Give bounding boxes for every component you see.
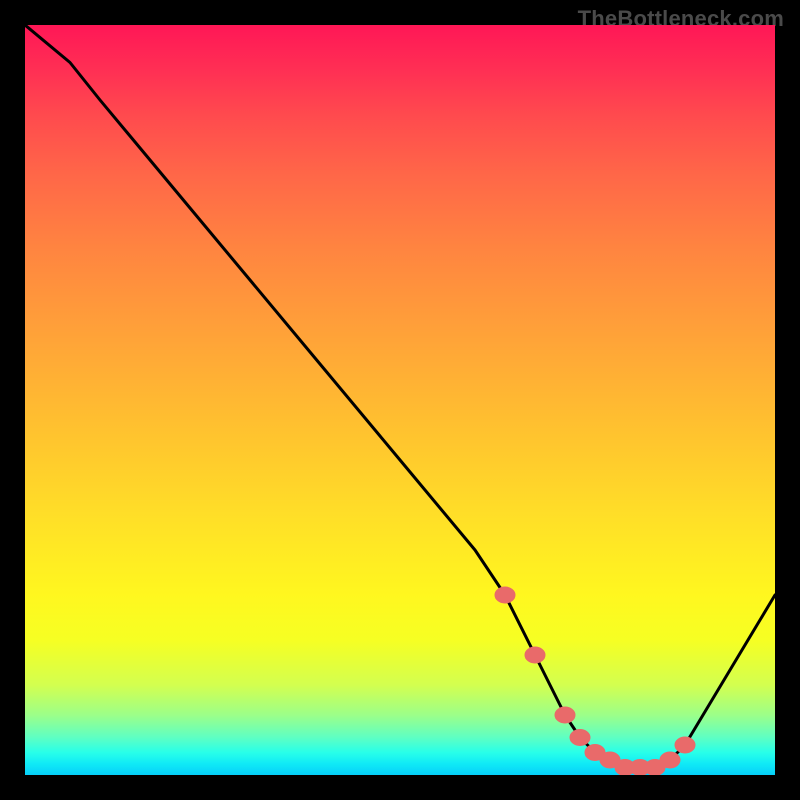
marker-dot [495, 587, 515, 603]
marker-dot [660, 752, 680, 768]
marker-dot [555, 707, 575, 723]
chart-svg [25, 25, 775, 775]
bottleneck-curve [25, 25, 775, 768]
optimal-markers [495, 587, 695, 775]
marker-dot [675, 737, 695, 753]
marker-dot [570, 730, 590, 746]
chart-frame: TheBottleneck.com [0, 0, 800, 800]
plot-area [25, 25, 775, 775]
marker-dot [525, 647, 545, 663]
